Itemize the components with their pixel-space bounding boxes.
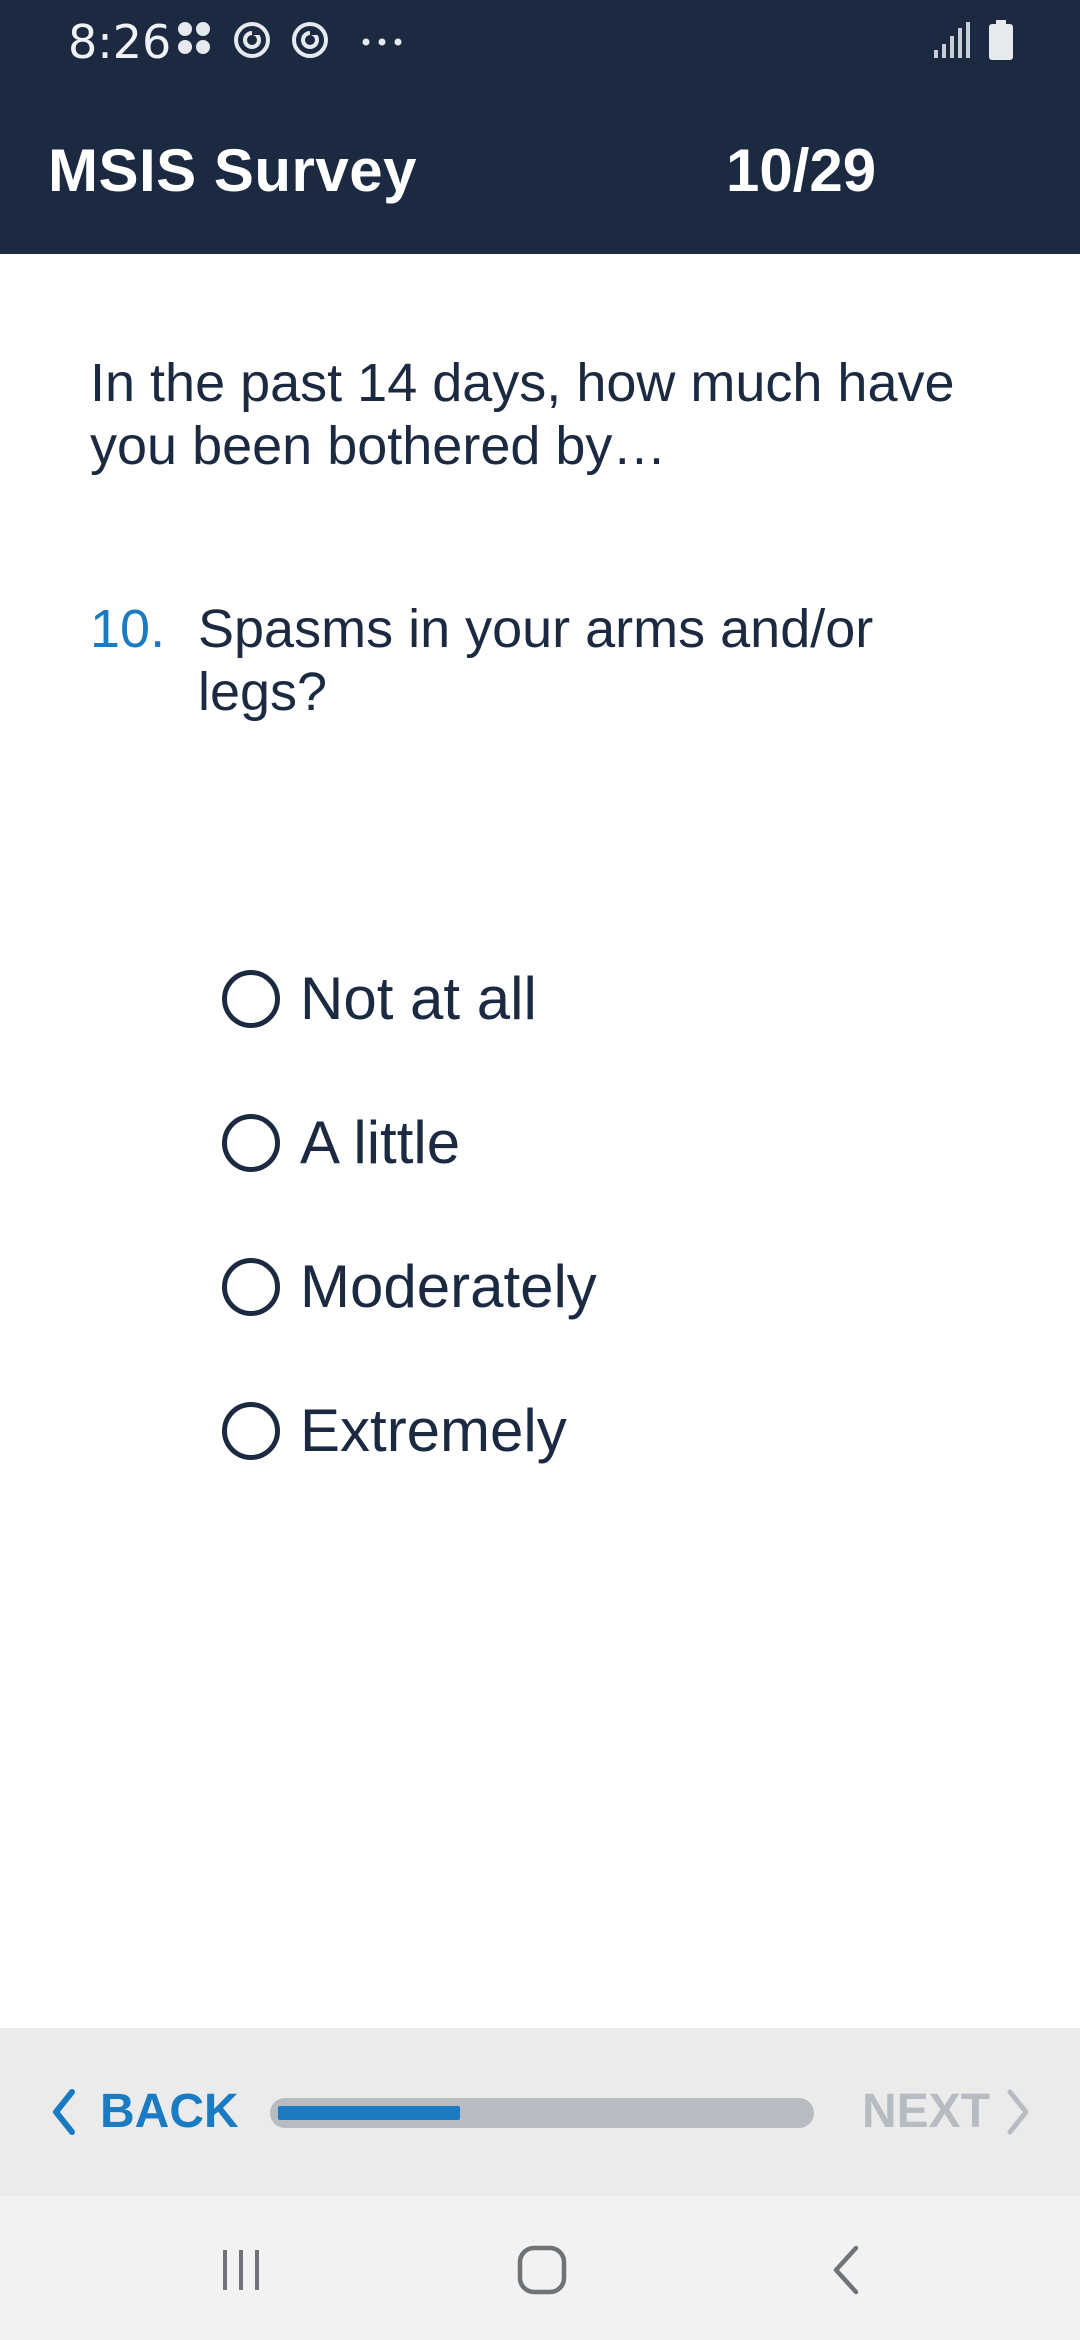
answer-option-extremely[interactable]: Extremely <box>218 1392 1018 1536</box>
answer-option-not-at-all[interactable]: Not at all <box>218 960 1018 1104</box>
back-icon <box>833 2245 859 2295</box>
signal-icon <box>934 22 970 58</box>
survey-progress-fill <box>278 2106 460 2120</box>
answer-option-label: A little <box>300 1109 461 1176</box>
home-icon <box>517 2245 567 2295</box>
chevron-left-icon <box>53 2089 75 2135</box>
question-number: 10. <box>90 599 166 659</box>
app-bar: MSIS Survey 10/29 <box>0 84 1080 254</box>
sync-icon <box>234 22 270 58</box>
answer-option-moderately[interactable]: Moderately <box>218 1248 1018 1392</box>
question-text: Spasms in your arms and/or legs? <box>198 599 874 722</box>
answer-option-label: Moderately <box>300 1253 597 1320</box>
radio-button[interactable] <box>222 1402 280 1460</box>
next-button-label: NEXT <box>862 2085 991 2138</box>
answer-option-label: Extremely <box>300 1397 567 1464</box>
more-dots-icon <box>362 38 402 46</box>
system-nav-bar <box>0 2196 1080 2340</box>
status-bar: 8:26 <box>0 0 1080 84</box>
survey-progress-bar <box>270 2098 814 2128</box>
recent-apps-icon <box>223 2250 259 2290</box>
question-progress-counter: 10/29 <box>726 137 877 204</box>
question-instruction: In the past 14 days, how much have you b… <box>90 353 955 476</box>
answer-options: Not at all A little Moderately Extremely <box>218 960 1018 1536</box>
answer-option-a-little[interactable]: A little <box>218 1104 1018 1248</box>
sync-icon <box>292 22 328 58</box>
home-button[interactable] <box>502 2240 582 2300</box>
chevron-right-icon <box>1007 2089 1029 2135</box>
page-title: MSIS Survey <box>48 137 417 204</box>
recent-apps-button[interactable] <box>201 2240 281 2300</box>
system-back-button[interactable] <box>806 2240 886 2300</box>
next-button[interactable]: NEXT <box>862 2076 1042 2148</box>
answer-option-label: Not at all <box>300 965 537 1032</box>
survey-footer: BACK NEXT <box>0 2028 1080 2196</box>
battery-icon <box>989 20 1013 60</box>
radio-button[interactable] <box>222 1114 280 1172</box>
radio-button[interactable] <box>222 970 280 1028</box>
apps-grid-icon <box>178 22 210 54</box>
radio-button[interactable] <box>222 1258 280 1316</box>
back-button-label: BACK <box>100 2085 239 2138</box>
status-time: 8:26 <box>68 15 172 69</box>
